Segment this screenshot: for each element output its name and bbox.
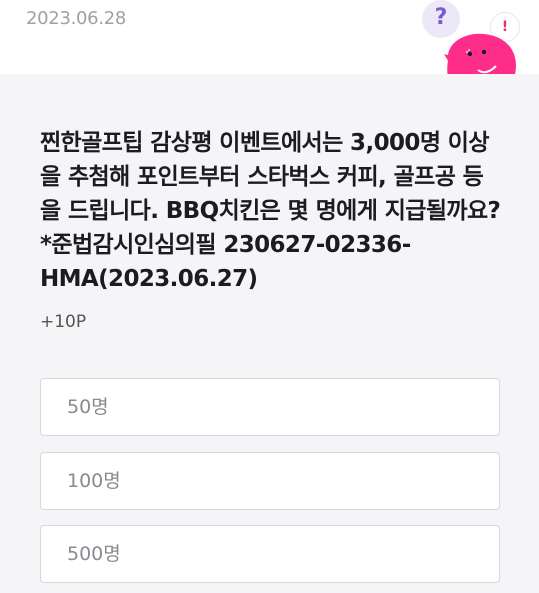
answer-option-1[interactable]: 50명 [40,378,500,436]
points-badge: +10P [40,312,87,332]
date-label: 2023.06.28 [26,8,127,29]
answer-option-label: 50명 [67,396,109,418]
answer-option-2[interactable]: 100명 [40,452,500,510]
top-bar: 2023.06.28 ? ! [0,0,539,90]
answer-option-label: 100명 [67,470,121,492]
answer-option-label: 500명 [67,543,121,565]
quiz-page: 2023.06.28 ? ! 찐한골프팁 감상평 이벤트에서는 3,000명 이… [0,0,539,593]
quiz-content: 찐한골프팁 감상평 이벤트에서는 3,000명 이상 을 추첨해 포인트부터 스… [0,74,539,593]
mascot-illustration: ? ! [418,0,528,90]
quiz-question: 찐한골프팁 감상평 이벤트에서는 3,000명 이상 을 추첨해 포인트부터 스… [40,130,501,292]
answer-option-3[interactable]: 500명 [40,525,500,583]
